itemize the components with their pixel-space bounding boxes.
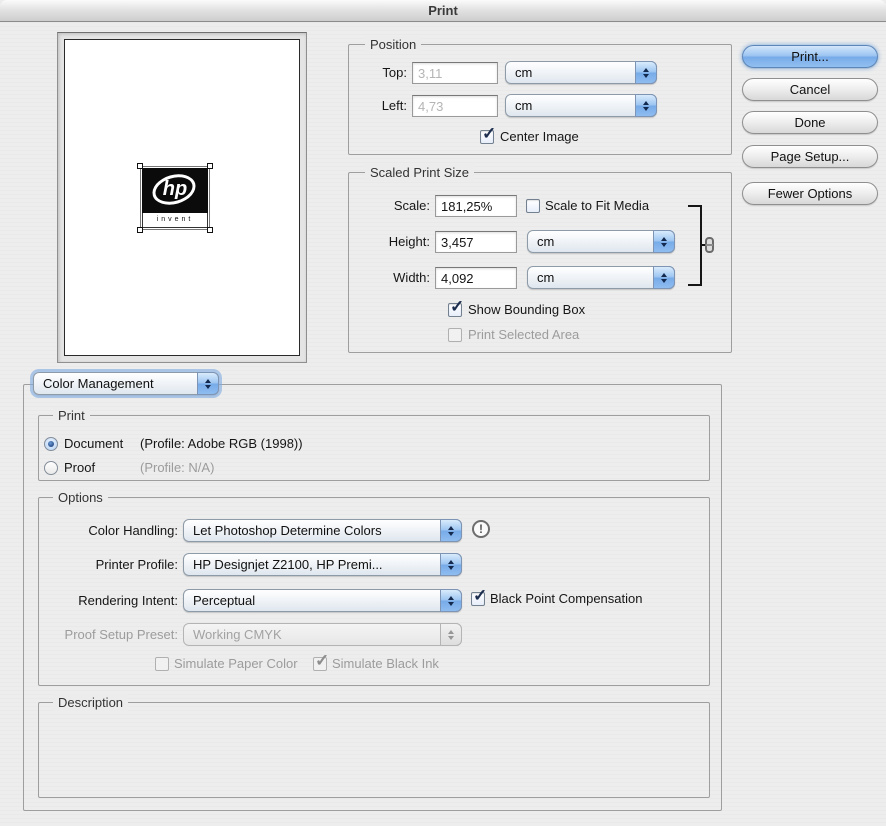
position-legend: Position [365,36,422,53]
color-handling-label: Color Handling: [88,523,178,538]
color-handling-popup[interactable]: Let Photoshop Determine Colors [183,519,462,542]
window-title: Print [428,3,458,18]
scaled-print-size-legend: Scaled Print Size [365,164,474,181]
done-button[interactable]: Done [742,111,878,134]
document-label: Document [64,436,124,451]
preview-page: hp invent [64,39,300,356]
stepper-arrows-icon [440,623,462,646]
proof-label: Proof [64,460,96,475]
print-dialog: Print hp invent Position Top: cm Le [0,0,886,826]
description-legend: Description [53,694,129,711]
stepper-arrows-icon [440,519,462,542]
print-selected-area-checkbox [448,328,462,342]
stepper-arrows-icon [440,589,462,612]
show-bounding-box-label: Show Bounding Box [468,302,586,317]
center-image-label: Center Image [500,129,579,144]
stepper-arrows-icon [653,266,675,289]
stepper-arrows-icon [197,372,219,395]
height-input[interactable] [435,231,517,253]
top-input[interactable] [412,62,498,84]
left-unit-value: cm [515,98,533,113]
left-label: Left: [381,98,407,113]
black-point-compensation-label: Black Point Compensation [490,591,643,606]
document-radio[interactable] [44,437,58,451]
black-point-compensation-checkbox[interactable] [471,586,487,606]
print-section-group: Print [38,407,710,481]
width-unit-value: cm [537,270,555,285]
info-icon[interactable]: ! [472,520,490,538]
document-profile-text: (Profile: Adobe RGB (1998)) [140,436,303,451]
cancel-button[interactable]: Cancel [742,78,878,101]
fewer-options-button[interactable]: Fewer Options [742,182,878,205]
rendering-intent-popup[interactable]: Perceptual [183,589,462,612]
section-selector-popup[interactable]: Color Management [33,372,219,395]
print-preview: hp invent [57,32,307,363]
left-input[interactable] [412,95,498,117]
height-label: Height: [388,234,430,249]
color-handling-value: Let Photoshop Determine Colors [193,523,382,538]
proof-profile-text: (Profile: N/A) [140,460,215,475]
proof-setup-preset-label: Proof Setup Preset: [64,627,178,642]
simulate-paper-color-checkbox [155,657,169,671]
printer-profile-value: HP Designjet Z2100, HP Premi... [193,557,383,572]
scale-to-fit-media-label: Scale to Fit Media [545,198,650,213]
proof-setup-preset-value: Working CMYK [193,627,282,642]
rendering-intent-value: Perceptual [193,593,256,608]
page-setup-button[interactable]: Page Setup... [742,145,878,168]
width-input[interactable] [435,267,517,289]
dimension-link-bracket [688,205,702,286]
proof-setup-preset-popup: Working CMYK [183,623,462,646]
print-section-legend: Print [53,407,90,424]
center-image-checkbox[interactable] [480,124,496,144]
titlebar[interactable]: Print [0,0,886,22]
rendering-intent-label: Rendering Intent: [78,593,178,608]
width-label: Width: [393,270,430,285]
left-unit-popup[interactable]: cm [505,94,657,117]
height-unit-popup[interactable]: cm [527,230,675,253]
simulate-black-ink-checkbox [313,651,329,671]
stepper-arrows-icon [440,553,462,576]
top-label: Top: [382,65,407,80]
description-group: Description [38,694,710,798]
options-section-legend: Options [53,489,108,506]
scale-label: Scale: [393,198,430,213]
width-unit-popup[interactable]: cm [527,266,675,289]
bounding-box-handle-bottom-right[interactable] [207,227,213,233]
proof-radio[interactable] [44,461,58,475]
print-button[interactable]: Print... [742,45,878,68]
top-unit-value: cm [515,65,533,80]
bounding-box-outline [140,166,210,230]
scale-to-fit-media-checkbox[interactable] [526,199,540,213]
print-content-hp-logo[interactable]: hp invent [137,163,213,233]
stepper-arrows-icon [635,61,657,84]
bounding-box-handle-top-left[interactable] [137,163,143,169]
simulate-paper-color-label: Simulate Paper Color [174,656,298,671]
top-unit-popup[interactable]: cm [505,61,657,84]
printer-profile-popup[interactable]: HP Designjet Z2100, HP Premi... [183,553,462,576]
print-selected-area-label: Print Selected Area [468,327,580,342]
bounding-box-handle-top-right[interactable] [207,163,213,169]
scale-input[interactable] [435,195,517,217]
bounding-box-handle-bottom-left[interactable] [137,227,143,233]
stepper-arrows-icon [635,94,657,117]
show-bounding-box-checkbox[interactable] [448,297,464,317]
printer-profile-label: Printer Profile: [95,557,178,572]
height-unit-value: cm [537,234,555,249]
simulate-black-ink-label: Simulate Black Ink [332,656,439,671]
link-chain-icon [705,237,714,253]
section-selector-value: Color Management [43,376,154,391]
stepper-arrows-icon [653,230,675,253]
